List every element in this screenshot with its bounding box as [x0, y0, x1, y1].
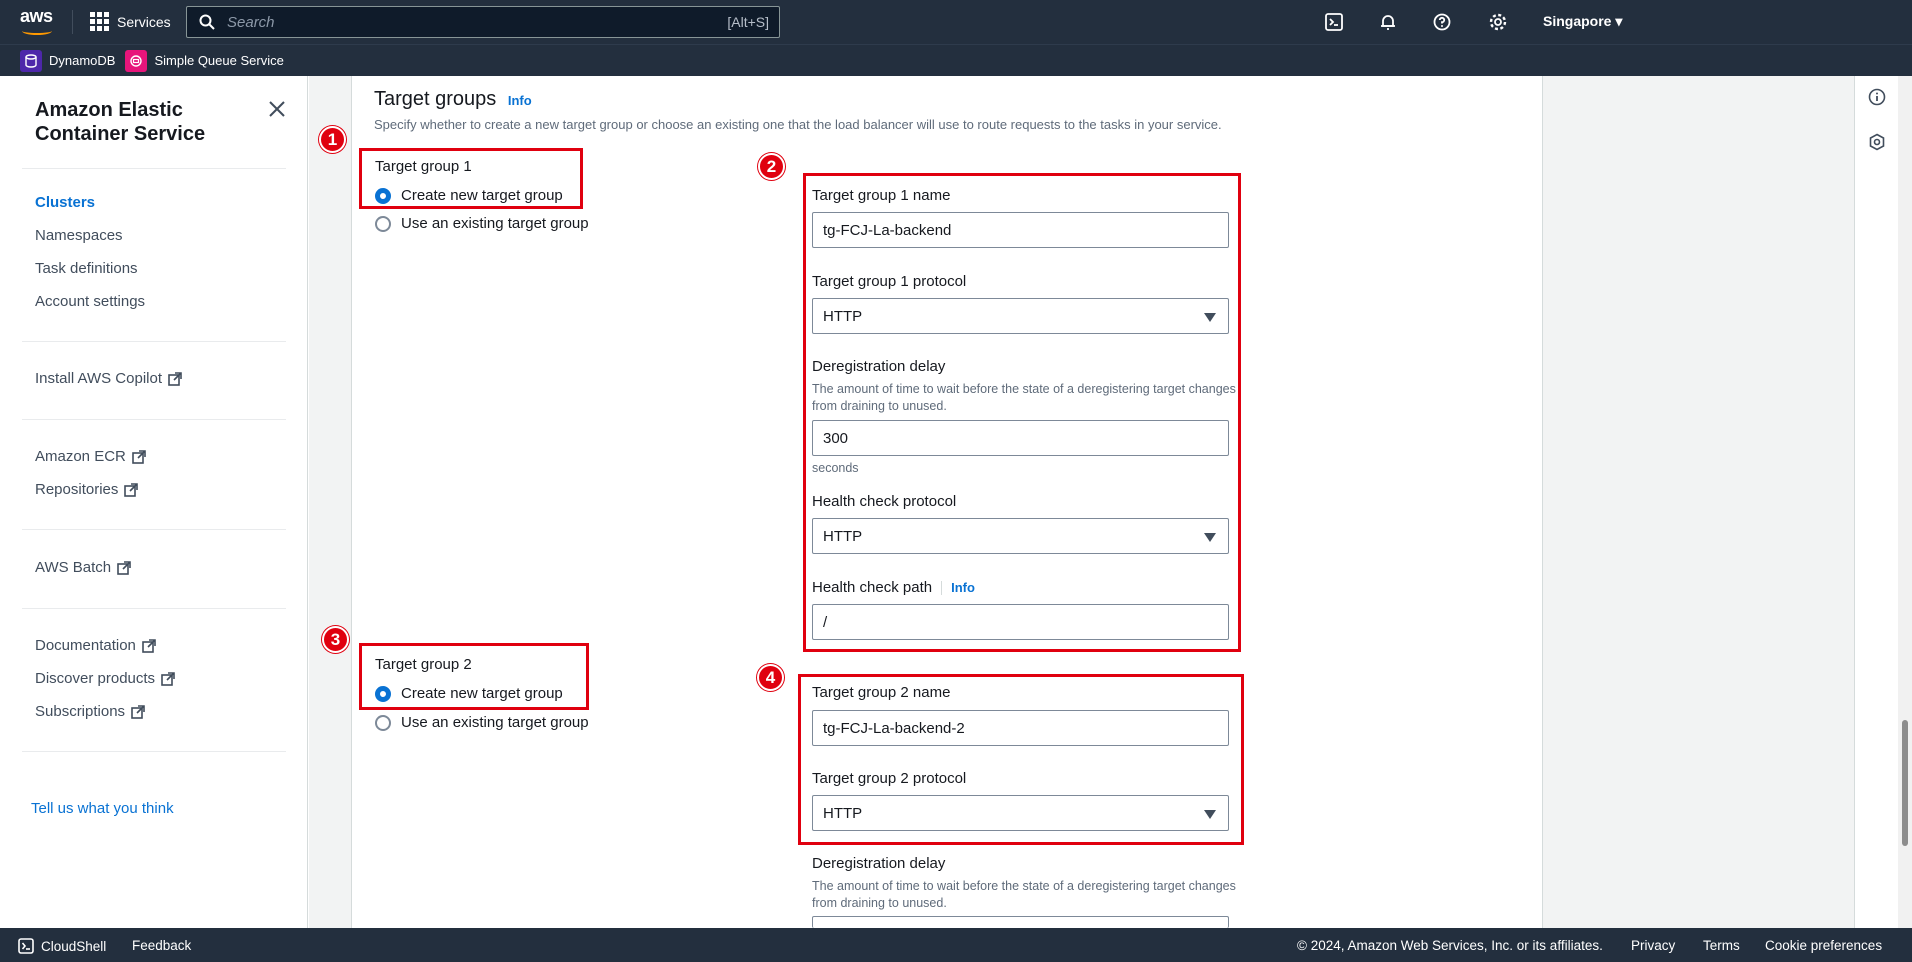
- sidebar-item-amazon-ecr[interactable]: Amazon ECR: [35, 448, 146, 465]
- sidebar-item-task-definitions[interactable]: Task definitions: [35, 260, 138, 277]
- annotation-box-1: [359, 148, 583, 209]
- tg2-dereg-description: The amount of time to wait before the st…: [812, 879, 1236, 910]
- radio-empty-icon: [375, 215, 391, 232]
- sidebar-item-namespaces[interactable]: Namespaces: [35, 227, 123, 244]
- cloudshell-icon: [18, 938, 34, 954]
- sidebar-item-subscriptions[interactable]: Subscriptions: [35, 703, 145, 720]
- tg2-dereg-label: Deregistration delay: [812, 855, 946, 872]
- feedback-link[interactable]: Tell us what you think: [31, 800, 174, 817]
- sidebar-item-documentation[interactable]: Documentation: [35, 637, 156, 654]
- grid-icon: [90, 12, 109, 31]
- annotation-badge-4: 4: [757, 664, 784, 691]
- external-link-icon: [131, 704, 145, 719]
- tg2-use-existing-radio[interactable]: Use an existing target group: [375, 714, 589, 731]
- divider: [22, 419, 286, 420]
- cloudshell-icon[interactable]: [1324, 12, 1344, 32]
- resources-icon[interactable]: [1868, 133, 1886, 151]
- external-link-icon: [161, 671, 175, 686]
- search-input[interactable]: Search [Alt+S]: [186, 6, 780, 38]
- right-panel: [1542, 76, 1854, 928]
- copyright-text: © 2024, Amazon Web Services, Inc. or its…: [1297, 938, 1603, 953]
- help-icon[interactable]: [1432, 12, 1452, 32]
- sqs-icon: [125, 49, 148, 72]
- divider: [22, 168, 286, 169]
- divider: [22, 529, 286, 530]
- cookie-preferences-link[interactable]: Cookie preferences: [1765, 938, 1882, 953]
- sidebar-item-aws-batch[interactable]: AWS Batch: [35, 559, 131, 576]
- terms-link[interactable]: Terms: [1703, 938, 1740, 953]
- divider: [72, 10, 73, 34]
- external-link-icon: [117, 560, 131, 575]
- favorite-dynamodb[interactable]: DynamoDB: [20, 49, 115, 72]
- external-link-icon: [132, 449, 146, 464]
- aws-smile-icon: [22, 27, 52, 35]
- annotation-badge-3: 3: [322, 626, 349, 653]
- annotation-badge-2: 2: [758, 153, 785, 180]
- section-title: Target groups Info: [374, 88, 532, 110]
- tg2-dereg-input[interactable]: [812, 916, 1229, 928]
- dynamodb-icon: [20, 49, 42, 72]
- services-menu-button[interactable]: Services: [90, 12, 171, 31]
- tools-rail: [1854, 76, 1898, 928]
- annotation-box-4: [798, 674, 1244, 845]
- annotation-box-3: [359, 643, 589, 710]
- section-description: Specify whether to create a new target g…: [374, 117, 1222, 132]
- region-selector[interactable]: Singapore ▾: [1543, 13, 1622, 30]
- content-gutter: [309, 76, 352, 928]
- divider: [22, 751, 286, 752]
- bell-icon[interactable]: [1378, 12, 1398, 32]
- radio-empty-icon: [375, 714, 391, 731]
- cloudshell-button[interactable]: CloudShell: [18, 938, 106, 954]
- sidebar-item-repositories[interactable]: Repositories: [35, 481, 139, 498]
- search-icon: [199, 14, 215, 30]
- feedback-button[interactable]: Feedback: [132, 938, 191, 953]
- scrollbar[interactable]: [1898, 76, 1912, 928]
- settings-icon[interactable]: [1488, 12, 1508, 32]
- divider: [22, 341, 286, 342]
- info-link[interactable]: Info: [508, 93, 532, 108]
- favorite-sqs[interactable]: Simple Queue Service: [125, 49, 284, 72]
- external-link-icon: [142, 638, 156, 653]
- top-navigation: aws Services Search [Alt+S] Singapore ▾: [0, 0, 1912, 44]
- external-link-icon: [124, 482, 139, 497]
- sidebar-item-account-settings[interactable]: Account settings: [35, 293, 145, 310]
- sidebar-item-clusters[interactable]: Clusters: [35, 194, 95, 211]
- footer: CloudShell Feedback © 2024, Amazon Web S…: [0, 928, 1912, 962]
- side-navigation: Amazon Elastic Container Service Cluster…: [0, 76, 308, 928]
- sidebar-item-install-copilot[interactable]: Install AWS Copilot: [35, 370, 182, 387]
- close-icon[interactable]: [268, 100, 286, 118]
- sidebar-title[interactable]: Amazon Elastic Container Service: [35, 98, 235, 146]
- external-link-icon: [168, 371, 182, 386]
- info-icon[interactable]: [1868, 88, 1886, 106]
- annotation-badge-1: 1: [319, 126, 346, 153]
- privacy-link[interactable]: Privacy: [1631, 938, 1675, 953]
- divider: [22, 608, 286, 609]
- sidebar-item-discover-products[interactable]: Discover products: [35, 670, 175, 687]
- aws-logo[interactable]: aws: [20, 6, 56, 36]
- scrollbar-thumb[interactable]: [1902, 720, 1908, 846]
- favorites-bar: DynamoDB Simple Queue Service: [0, 44, 1912, 76]
- tg1-use-existing-radio[interactable]: Use an existing target group: [375, 215, 589, 232]
- annotation-box-2: [803, 173, 1241, 652]
